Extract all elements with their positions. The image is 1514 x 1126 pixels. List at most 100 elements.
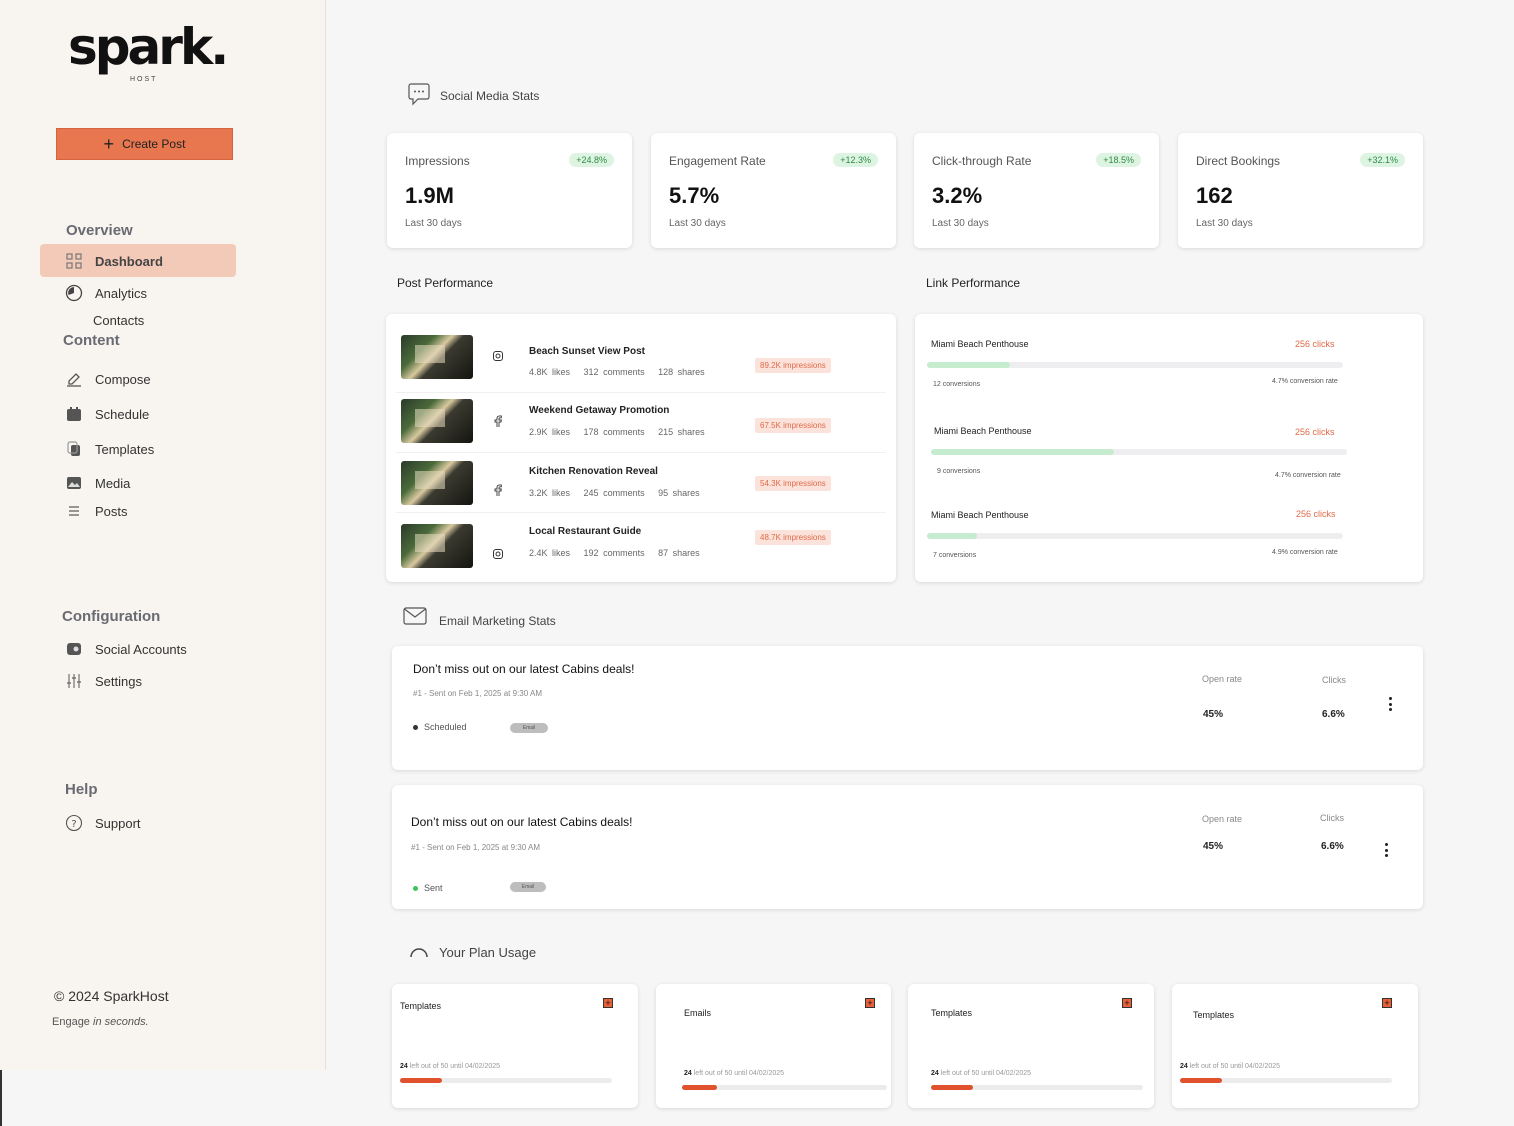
sidebar-item-dashboard[interactable]: Dashboard (65, 252, 163, 270)
chat-bubble-icon (408, 82, 430, 109)
create-post-button[interactable]: + Create Post (56, 128, 233, 160)
camera-icon (65, 640, 83, 658)
more-options-icon[interactable] (1388, 697, 1392, 711)
create-post-label: Create Post (122, 137, 186, 151)
tagline-emphasis: in seconds. (93, 1016, 149, 1028)
plan-remaining: 24 left out of 50 until 04/02/2025 (684, 1070, 784, 1077)
sidebar-item-label: Posts (95, 503, 128, 519)
window-edge (0, 1070, 2, 1126)
link-name[interactable]: Miami Beach Penthouse (934, 426, 1032, 436)
impressions-badge: 67.5K impressions (755, 418, 831, 433)
post-thumbnail (401, 524, 473, 568)
stat-title: Impressions (405, 154, 470, 168)
section-title: Email Marketing Stats (439, 614, 556, 628)
pie-chart-icon (65, 284, 83, 302)
section-content: Content (63, 332, 120, 349)
post-name: Kitchen Renovation Reveal (529, 466, 658, 477)
plan-title: Templates (1193, 1010, 1235, 1020)
sidebar-item-social-accounts[interactable]: Social Accounts (65, 640, 187, 658)
link-conversions: 7 conversions (933, 552, 977, 559)
tagline: Engage in seconds. (52, 1016, 149, 1028)
email-campaign-card[interactable]: Don’t miss out on our latest Cabins deal… (392, 785, 1423, 909)
plan-title: Emails (684, 1008, 712, 1018)
logo-subtext: HOST (130, 76, 158, 83)
post-metrics: 4.8K likes 312 comments 128 shares (529, 367, 705, 377)
open-rate-label: Open rate (1202, 814, 1243, 824)
sidebar-item-analytics[interactable]: Analytics (65, 284, 147, 302)
plan-remaining-text: left out of 50 until 04/02/2025 (693, 1070, 785, 1077)
logo-text: spark. (68, 18, 229, 76)
stat-badge: +12.3% (833, 153, 878, 167)
sidebar-item-label: Compose (95, 371, 151, 387)
email-type-pill: Email (510, 882, 546, 892)
sidebar-item-templates[interactable]: Templates (65, 440, 154, 458)
post-metrics: 2.4K likes 192 comments 87 shares (529, 548, 700, 558)
post-row[interactable]: Kitchen Renovation Reveal 3.2K likes 245… (386, 452, 896, 512)
sidebar-item-label: Templates (95, 441, 155, 457)
link-conversion-rate: 4.7% conversion rate (1272, 378, 1338, 385)
sidebar-item-media[interactable]: Media (65, 474, 130, 492)
section-help: Help (65, 781, 98, 798)
post-row[interactable]: Weekend Getaway Promotion 2.9K likes 178… (386, 392, 896, 452)
sidebar-item-contacts[interactable]: Contacts (93, 313, 144, 328)
sidebar-item-schedule[interactable]: Schedule (65, 405, 149, 423)
sidebar-item-label: Analytics (95, 285, 148, 301)
plan-remaining-text: left out of 50 until 04/02/2025 (409, 1063, 501, 1070)
sidebar-item-label: Settings (95, 673, 142, 689)
social-stats-heading: Social Media Stats (408, 82, 539, 109)
link-clicks: 256 clicks (1295, 339, 1335, 349)
add-icon[interactable]: + (1382, 998, 1392, 1008)
add-icon[interactable]: + (1122, 998, 1132, 1008)
sidebar-item-support[interactable]: ? Support (65, 814, 141, 832)
logo[interactable]: spark. HOST (68, 18, 229, 88)
facebook-icon (493, 484, 503, 499)
stat-card-impressions: Impressions +24.8% 1.9M Last 30 days (387, 133, 632, 248)
help-circle-icon: ? (65, 814, 83, 832)
plan-progress-bar (931, 1085, 1143, 1090)
stat-card-ctr: Click-through Rate +18.5% 3.2% Last 30 d… (914, 133, 1159, 248)
post-thumbnail (401, 461, 473, 505)
sidebar-item-settings[interactable]: Settings (65, 672, 142, 690)
loading-arc-icon (409, 943, 429, 962)
image-icon (65, 474, 83, 492)
link-progress-fill (927, 362, 1011, 368)
copy-icon (65, 440, 83, 458)
add-icon[interactable]: + (865, 998, 875, 1008)
post-shares: 215 shares (658, 427, 705, 437)
plan-progress-bar (682, 1085, 887, 1090)
stat-badge: +18.5% (1096, 153, 1141, 167)
post-likes: 3.2K likes (529, 488, 571, 498)
more-options-icon[interactable] (1384, 843, 1388, 857)
plan-remaining: 24 left out of 50 until 04/02/2025 (931, 1070, 1031, 1077)
sidebar-item-compose[interactable]: Compose (65, 370, 151, 388)
sidebar-item-label: Media (95, 475, 131, 491)
compose-icon (65, 370, 83, 388)
section-title: Your Plan Usage (439, 945, 537, 960)
post-row[interactable]: Local Restaurant Guide 2.4K likes 192 co… (386, 512, 896, 572)
stat-value: 162 (1196, 183, 1233, 208)
link-name[interactable]: Miami Beach Penthouse (931, 339, 1029, 349)
email-title: Don’t miss out on our latest Cabins deal… (411, 815, 633, 829)
plan-usage-heading: Your Plan Usage (409, 943, 536, 962)
stat-period: Last 30 days (932, 218, 989, 229)
plan-title: Templates (400, 1001, 442, 1011)
plus-icon: + (103, 134, 115, 154)
link-clicks: 256 clicks (1296, 509, 1336, 519)
sidebar-item-posts[interactable]: Posts (65, 502, 128, 520)
email-status: Sent (413, 883, 443, 893)
email-campaign-card[interactable]: Don’t miss out on our latest Cabins deal… (392, 646, 1423, 770)
stat-value: 5.7% (669, 183, 720, 208)
post-shares: 128 shares (658, 367, 705, 377)
stat-title: Direct Bookings (1196, 154, 1281, 168)
link-conversion-rate: 4.9% conversion rate (1272, 549, 1338, 556)
link-name[interactable]: Miami Beach Penthouse (931, 510, 1029, 520)
post-name: Weekend Getaway Promotion (529, 405, 670, 416)
post-shares: 87 shares (658, 548, 700, 558)
sidebar-item-label: Contacts (93, 313, 145, 328)
impressions-badge: 54.3K impressions (755, 476, 831, 491)
post-likes: 4.8K likes (529, 367, 571, 377)
post-comments: 245 comments (583, 488, 645, 498)
add-icon[interactable]: + (603, 998, 613, 1008)
post-thumbnail (401, 335, 473, 379)
post-row[interactable]: Beach Sunset View Post 4.8K likes 312 co… (386, 326, 896, 386)
